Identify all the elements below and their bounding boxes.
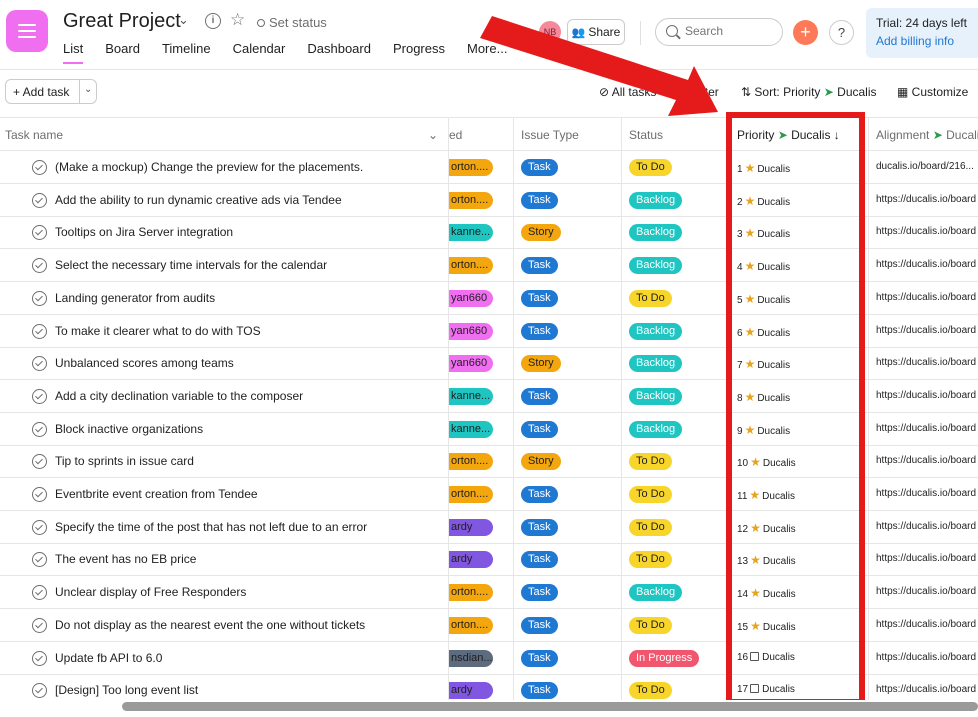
- annotation-arrow: [480, 16, 718, 116]
- scrollbar-thumb[interactable]: [122, 702, 978, 711]
- horizontal-scrollbar[interactable]: [0, 700, 978, 717]
- annotation-arrow-shape: [480, 16, 718, 116]
